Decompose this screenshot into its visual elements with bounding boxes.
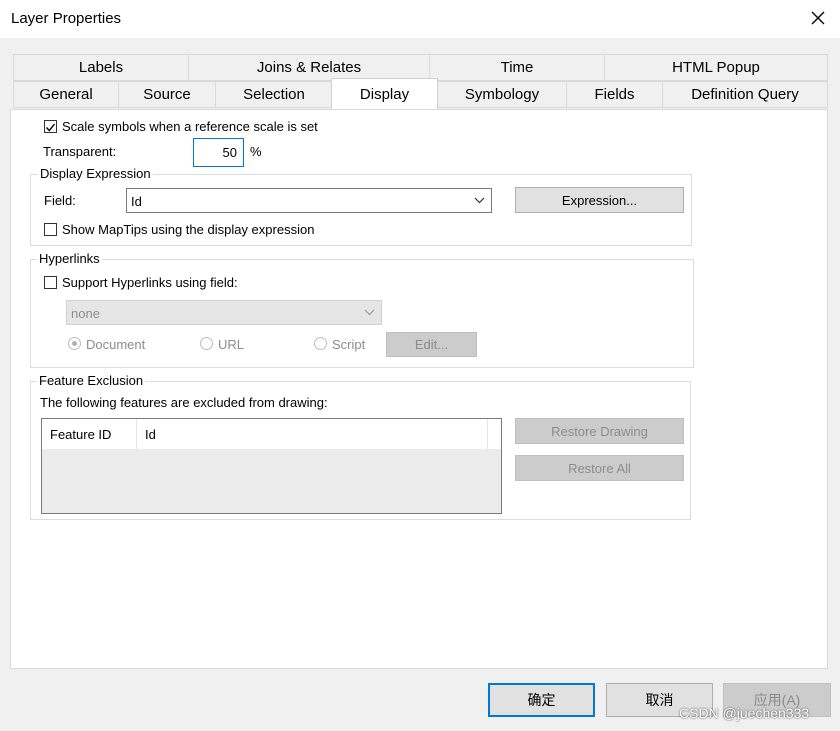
tab-html-popup[interactable]: HTML Popup — [604, 54, 828, 81]
restore-all-button[interactable]: Restore All — [515, 455, 684, 481]
transparent-label: Transparent: — [43, 144, 117, 159]
radio-script-label: Script — [332, 337, 366, 352]
maptips-checkbox[interactable] — [44, 223, 57, 236]
feature-exclusion-description: The following features are excluded from… — [40, 395, 328, 410]
excluded-features-list[interactable]: Feature ID Id — [41, 418, 502, 514]
column-header-id[interactable]: Id — [137, 419, 488, 449]
display-expression-title: Display Expression — [38, 166, 153, 181]
feature-exclusion-title: Feature Exclusion — [37, 373, 146, 388]
maptips-label: Show MapTips using the display expressio… — [62, 222, 315, 237]
radio-dot — [72, 341, 77, 346]
hyperlinks-title: Hyperlinks — [37, 251, 102, 266]
field-dropdown[interactable]: Id — [126, 188, 492, 213]
radio-document[interactable] — [68, 337, 81, 350]
expression-button[interactable]: Expression... — [515, 187, 684, 213]
tab-labels[interactable]: Labels — [13, 54, 189, 81]
support-hyperlinks-checkbox[interactable] — [44, 276, 57, 289]
edit-button[interactable]: Edit... — [386, 332, 477, 357]
hyperlink-field-dropdown[interactable]: none — [66, 300, 382, 325]
tab-definition-query[interactable]: Definition Query — [662, 81, 828, 108]
restore-drawing-button[interactable]: Restore Drawing — [515, 418, 684, 444]
close-icon[interactable] — [808, 8, 828, 28]
radio-document-label: Document — [86, 337, 146, 352]
tab-time[interactable]: Time — [429, 54, 605, 81]
scale-symbols-checkbox[interactable] — [44, 120, 57, 133]
column-header-feature-id[interactable]: Feature ID — [42, 419, 137, 449]
radio-url[interactable] — [200, 337, 213, 350]
tab-selection[interactable]: Selection — [215, 81, 333, 108]
list-header: Feature ID Id — [42, 419, 501, 449]
chevron-down-icon — [364, 309, 375, 316]
support-hyperlinks-label: Support Hyperlinks using field: — [62, 275, 238, 290]
field-label: Field: — [44, 193, 76, 208]
radio-url-label: URL — [218, 337, 245, 352]
watermark: CSDN @juechen333 — [679, 705, 810, 721]
tab-joins-relates[interactable]: Joins & Relates — [188, 54, 430, 81]
ok-button[interactable]: 确定 — [488, 683, 595, 717]
hyperlink-field-value: none — [71, 306, 100, 321]
tab-source[interactable]: Source — [118, 81, 216, 108]
check-icon — [45, 123, 56, 132]
transparent-input[interactable]: 50 — [193, 138, 244, 167]
chevron-down-icon — [474, 197, 485, 204]
tab-general[interactable]: General — [13, 81, 119, 108]
transparent-unit: % — [250, 144, 262, 159]
window-title: Layer Properties — [11, 10, 122, 27]
field-dropdown-value: Id — [131, 194, 142, 209]
scale-symbols-label: Scale symbols when a reference scale is … — [62, 119, 318, 134]
radio-script[interactable] — [314, 337, 327, 350]
title-bar — [0, 0, 840, 38]
tab-symbology[interactable]: Symbology — [437, 81, 567, 108]
tab-fields[interactable]: Fields — [566, 81, 663, 108]
tab-display[interactable]: Display — [331, 78, 438, 109]
